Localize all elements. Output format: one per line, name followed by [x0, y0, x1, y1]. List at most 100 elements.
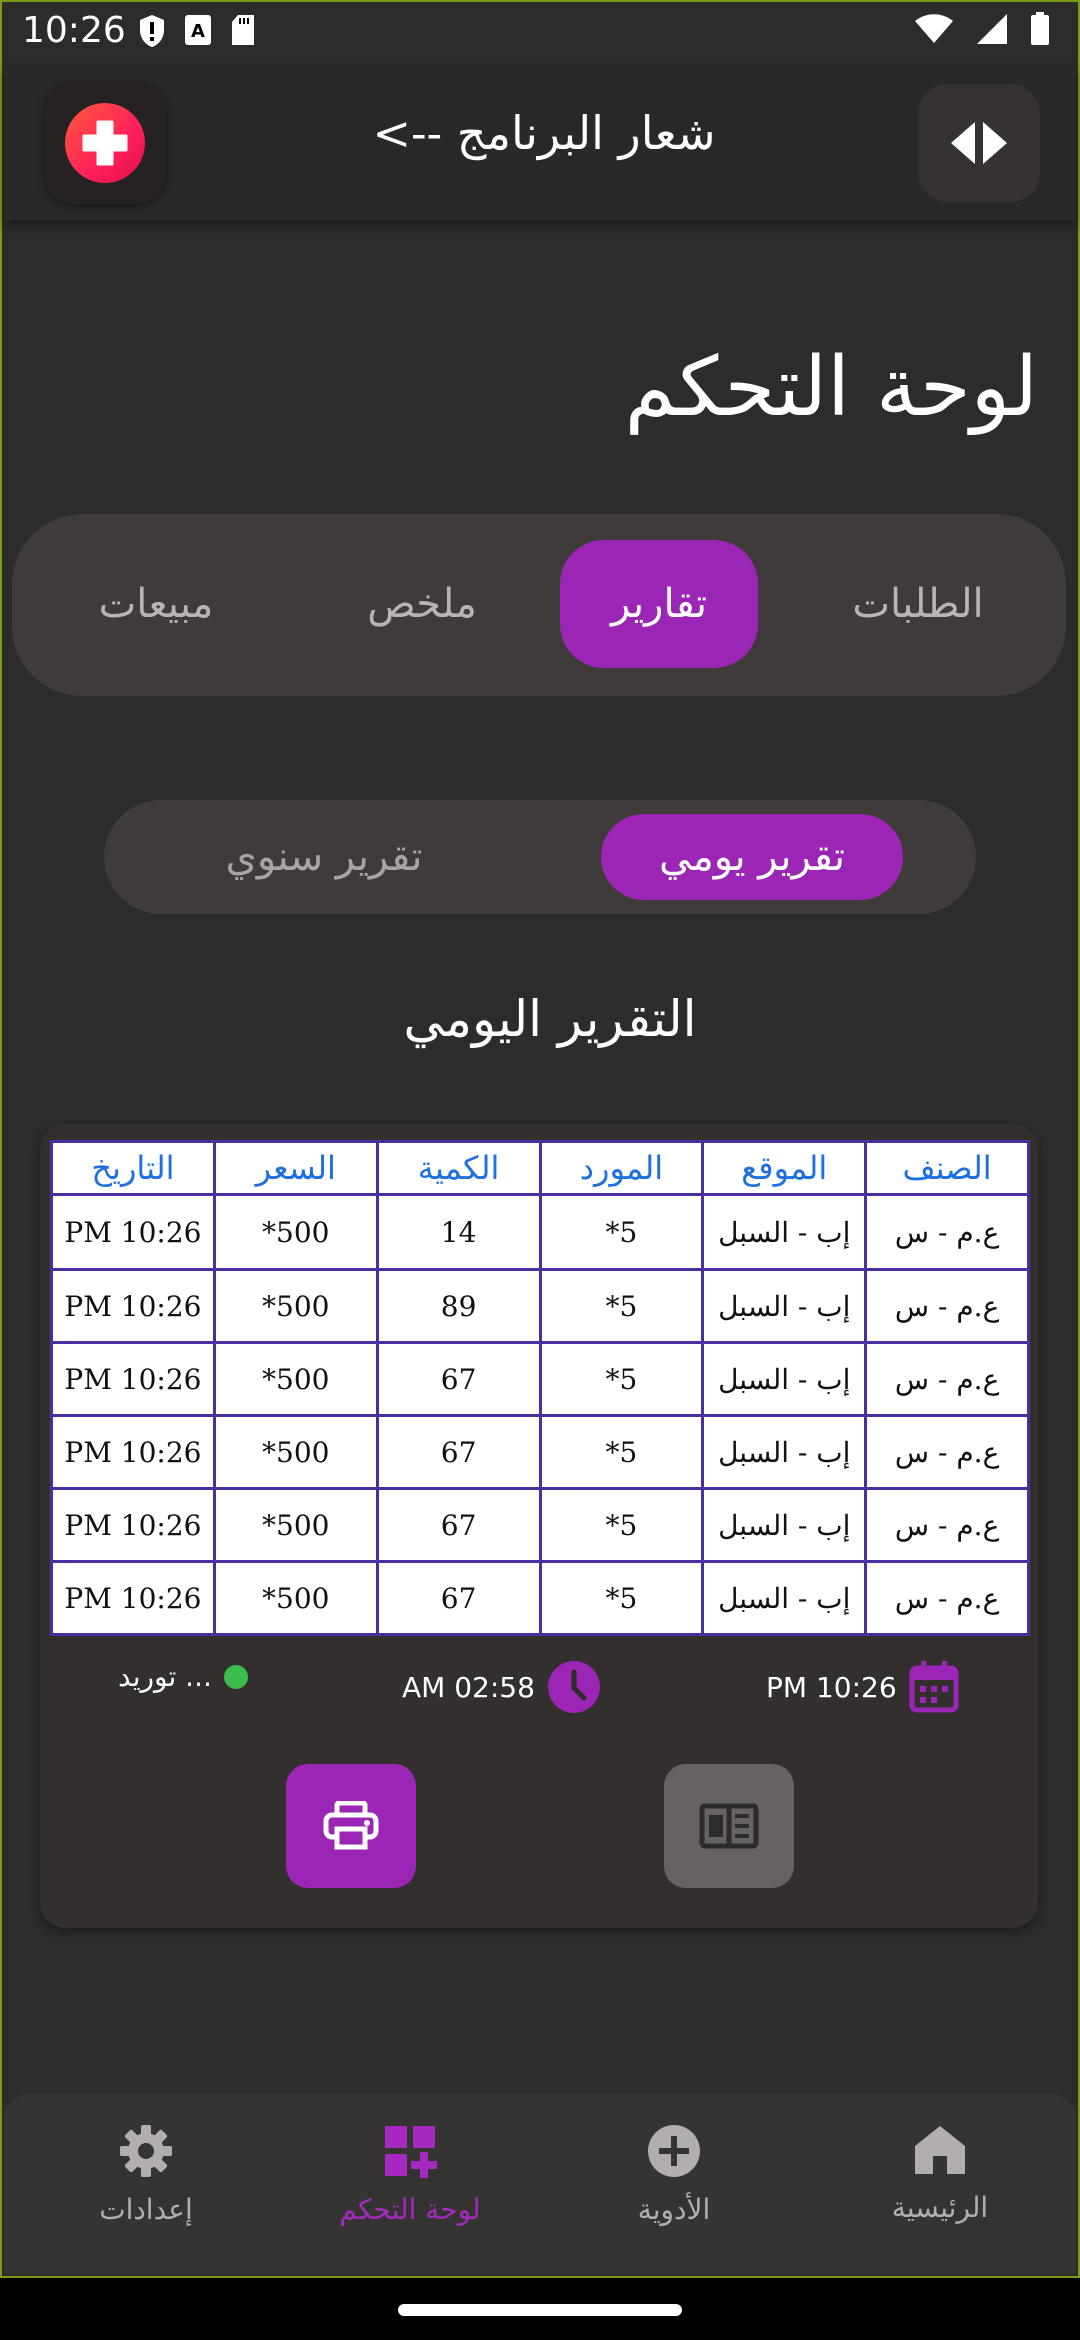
- column-header: المورد: [538, 1140, 705, 1196]
- column-header: السعر: [212, 1140, 379, 1196]
- table-row: ع.م - س إب - السبل 5* 89 500* PM 10:26: [50, 1268, 1030, 1344]
- report-status: توريد ...: [118, 1660, 212, 1693]
- tab-sales[interactable]: مبيعات: [56, 540, 256, 668]
- add-circle-icon: [648, 2125, 700, 2177]
- table-header-row: الصنف الموقع المورد الكمية السعر التاريخ: [50, 1140, 1030, 1196]
- table-row: ع.م - س إب - السبل 5* 67 500* PM 10:26: [50, 1487, 1030, 1563]
- report-card: الصنف الموقع المورد الكمية السعر التاريخ…: [40, 1124, 1038, 1928]
- table-cell: PM 10:26: [50, 1341, 216, 1417]
- table-cell: PM 10:26: [50, 1268, 216, 1344]
- column-header: الموقع: [701, 1140, 868, 1196]
- bottom-navigation: الرئيسية الأدوية لوحة التحكم إعدادات: [4, 2094, 1076, 2274]
- dashboard-icon: [385, 2126, 437, 2178]
- table-cell: 67: [375, 1560, 542, 1636]
- medical-cross-icon: [65, 103, 145, 183]
- table-cell: PM 10:26: [50, 1414, 216, 1490]
- status-bar: 10:26 A: [0, 0, 1080, 66]
- table-row: ع.م - س إب - السبل 5* 67 500* PM 10:26: [50, 1341, 1030, 1417]
- table-cell: 5*: [538, 1560, 705, 1636]
- nav-item-label: لوحة التحكم: [339, 2193, 481, 2226]
- nav-item-label: الأدوية: [637, 2193, 711, 2226]
- table-cell: إب - السبل: [701, 1268, 868, 1344]
- table-cell: 5*: [538, 1487, 705, 1563]
- svg-text:A: A: [191, 21, 205, 42]
- table-cell: إب - السبل: [701, 1487, 868, 1563]
- nav-item-medicines[interactable]: الأدوية: [554, 2124, 794, 2226]
- yearly-report-option[interactable]: تقرير سنوي: [174, 814, 474, 900]
- column-header: التاريخ: [50, 1140, 216, 1196]
- page-title: لوحة التحكم: [624, 340, 1038, 435]
- app-header: شعار البرنامج -->: [4, 66, 1076, 220]
- table-cell: 89: [375, 1268, 542, 1344]
- nav-item-settings[interactable]: إعدادات: [26, 2124, 266, 2226]
- report-time-info: AM 02:58: [402, 1660, 601, 1714]
- report-date: PM 10:26: [766, 1670, 897, 1704]
- calendar-icon: [909, 1661, 959, 1713]
- table-cell: 14: [375, 1193, 542, 1271]
- app-title: شعار البرنامج -->: [372, 106, 716, 160]
- printer-icon: [323, 1801, 379, 1850]
- sd-card-icon: [232, 15, 254, 45]
- table-cell: 67: [375, 1341, 542, 1417]
- table-cell: 67: [375, 1414, 542, 1490]
- tab-reports[interactable]: تقارير: [560, 540, 758, 668]
- print-button[interactable]: [286, 1764, 416, 1888]
- table-cell: إب - السبل: [701, 1560, 868, 1636]
- signal-icon: [977, 14, 1007, 44]
- code-arrows-icon: [951, 122, 1007, 164]
- nav-item-label: الرئيسية: [891, 2191, 989, 2224]
- table-cell: 500*: [212, 1268, 379, 1344]
- table-cell: PM 10:26: [50, 1487, 216, 1563]
- gear-icon: [120, 2125, 172, 2177]
- table-row: ع.م - س إب - السبل 5* 67 500* PM 10:26: [50, 1560, 1030, 1636]
- status-time: 10:26: [22, 10, 126, 51]
- font-icon: A: [185, 15, 211, 45]
- table-cell: 500*: [212, 1414, 379, 1490]
- table-cell: 500*: [212, 1560, 379, 1636]
- table-row: ع.م - س إب - السبل 5* 67 500* PM 10:26: [50, 1414, 1030, 1490]
- table-cell: 500*: [212, 1341, 379, 1417]
- table-cell: ع.م - س: [864, 1487, 1030, 1563]
- table-cell: 5*: [538, 1268, 705, 1344]
- report-title: التقرير اليومي: [403, 990, 697, 1048]
- table-cell: PM 10:26: [50, 1560, 216, 1636]
- nav-item-label: إعدادات: [99, 2193, 193, 2226]
- table-cell: إب - السبل: [701, 1414, 868, 1490]
- table-cell: 500*: [212, 1193, 379, 1271]
- table-cell: 500*: [212, 1487, 379, 1563]
- logo-button[interactable]: [44, 82, 166, 204]
- table-cell: PM 10:26: [50, 1193, 216, 1271]
- main-tabs: الطلبات تقارير ملخص مبيعات: [12, 514, 1066, 696]
- table-cell: ع.م - س: [864, 1414, 1030, 1490]
- column-header: الصنف: [864, 1140, 1030, 1196]
- table-cell: ع.م - س: [864, 1341, 1030, 1417]
- table-cell: ع.م - س: [864, 1193, 1030, 1271]
- book-icon: [699, 1803, 759, 1849]
- shield-icon: [140, 15, 164, 47]
- table-cell: إب - السبل: [701, 1341, 868, 1417]
- table-cell: 5*: [538, 1193, 705, 1271]
- nav-item-home[interactable]: الرئيسية: [820, 2124, 1060, 2224]
- report-time: AM 02:58: [402, 1670, 535, 1704]
- home-gesture-handle[interactable]: [398, 2304, 682, 2316]
- table-cell: ع.م - س: [864, 1560, 1030, 1636]
- table-cell: 5*: [538, 1341, 705, 1417]
- report-date-info: PM 10:26: [766, 1660, 959, 1714]
- nav-item-dashboard[interactable]: لوحة التحكم: [290, 2124, 530, 2226]
- tab-summary[interactable]: ملخص: [322, 540, 522, 668]
- status-dot-icon: [223, 1664, 248, 1689]
- gesture-navigation-bar: [0, 2278, 1080, 2340]
- swap-direction-button[interactable]: [918, 84, 1040, 202]
- report-table: الصنف الموقع المورد الكمية السعر التاريخ…: [50, 1140, 1030, 1636]
- tab-orders[interactable]: الطلبات: [818, 540, 1018, 668]
- wifi-icon: [915, 14, 953, 43]
- battery-icon: [1031, 12, 1049, 45]
- report-status-info: توريد ...: [118, 1660, 248, 1693]
- table-cell: ع.م - س: [864, 1268, 1030, 1344]
- report-type-toggle: تقرير يومي تقرير سنوي: [104, 800, 976, 914]
- table-cell: 67: [375, 1487, 542, 1563]
- table-row: ع.م - س إب - السبل 5* 14 500* PM 10:26: [50, 1193, 1030, 1271]
- daily-report-option[interactable]: تقرير يومي: [601, 814, 903, 900]
- clock-icon: [547, 1661, 600, 1713]
- reader-view-button[interactable]: [664, 1764, 794, 1888]
